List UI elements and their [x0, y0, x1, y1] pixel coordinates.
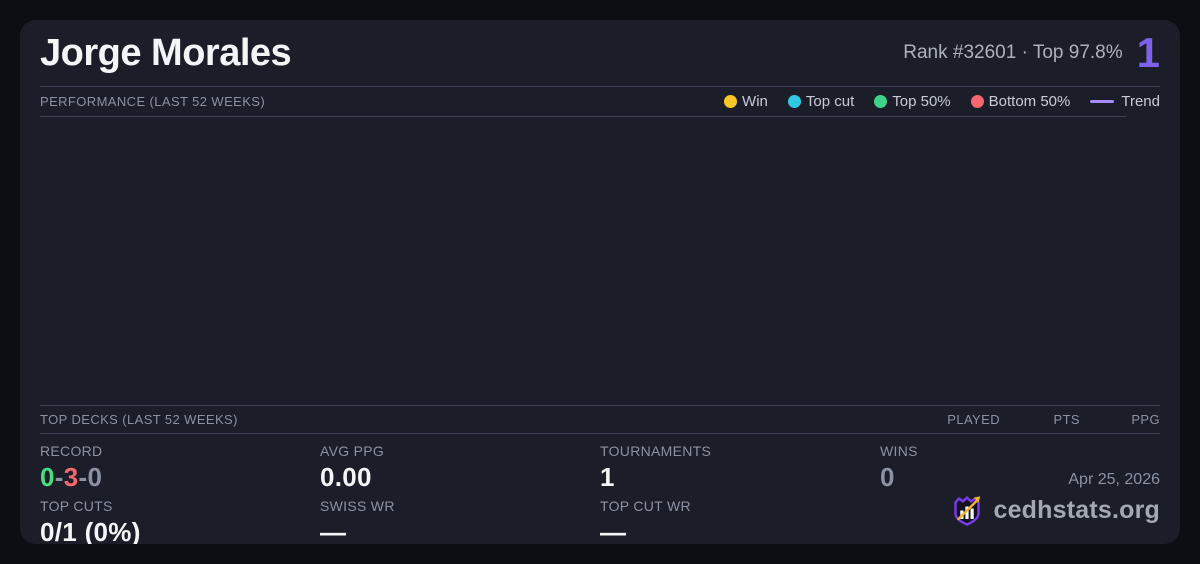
legend-item-top-cut: Top cut	[787, 93, 855, 110]
stat-label: TOURNAMENTS	[600, 443, 712, 459]
performance-section-header: PERFORMANCE (LAST 52 WEEKS) Win Top cut To…	[40, 87, 1160, 116]
stat-label: WINS	[880, 443, 918, 459]
legend-item-win: Win	[724, 93, 768, 110]
legend-label: Trend	[1121, 93, 1160, 110]
top-decks-section-header: TOP DECKS (LAST 52 WEEKS) PLAYED PTS PPG	[40, 406, 1160, 433]
stat-label: SWISS WR	[320, 498, 395, 515]
stat-top-cut-wr: TOP CUT WR —	[600, 498, 880, 544]
swiss-wr-value: —	[320, 517, 347, 544]
top-cut-wr-value: —	[600, 517, 627, 544]
record-wins: 0	[40, 462, 55, 492]
chart-legend: Win Top cut Top 50% Bottom 50% Trend	[724, 93, 1160, 110]
top-decks-section-title: TOP DECKS (LAST 52 WEEKS)	[40, 412, 238, 427]
column-header-ppg: PPG	[1131, 412, 1160, 427]
legend-label: Win	[742, 93, 768, 110]
entry-count-badge: 1	[1136, 29, 1160, 76]
date-text: Apr 25, 2026	[1068, 471, 1160, 488]
stat-avg-ppg: AVG PPG 0.00	[320, 443, 600, 491]
legend-dot-icon	[874, 95, 888, 108]
record-draws: 0	[87, 462, 103, 492]
legend-label: Top cut	[805, 93, 855, 110]
performance-section-title: PERFORMANCE (LAST 52 WEEKS)	[40, 94, 266, 109]
legend-item-trend: Trend	[1090, 93, 1160, 110]
stat-label: AVG PPG	[320, 443, 385, 459]
avg-ppg-value: 0.00	[320, 462, 372, 492]
stat-label: TOP CUTS	[40, 498, 113, 515]
rank-text: Rank #32601 · Top 97.8%	[903, 42, 1123, 63]
stat-swiss-wr: SWISS WR —	[320, 498, 600, 544]
record-value: 0-3-0	[40, 462, 320, 492]
record-separator: -	[54, 462, 64, 492]
column-header-pts: PTS	[1053, 412, 1080, 427]
branding-block: Apr 25, 2026 cedhstats.org	[949, 471, 1160, 528]
cedhstats-shield-logo-icon	[954, 496, 981, 526]
player-name: Jorge Morales	[40, 31, 292, 74]
column-header-played: PLAYED	[947, 412, 1000, 427]
stat-tournaments: TOURNAMENTS 1	[600, 443, 880, 491]
site-name: cedhstats.org	[993, 495, 1160, 524]
legend-dot-icon	[970, 95, 984, 108]
card-header: Jorge Morales Rank #32601 · Top 97.8% 1	[40, 20, 1160, 86]
top-cuts-value: 0/1 (0%)	[40, 517, 141, 544]
tournaments-value: 1	[600, 462, 615, 492]
record-losses: 3	[63, 462, 79, 492]
stat-top-cuts: TOP CUTS 0/1 (0%)	[40, 498, 320, 544]
trend-line-swatch-icon	[1090, 100, 1115, 103]
performance-chart-area	[40, 116, 1126, 405]
legend-item-bottom-50-: Bottom 50%	[970, 93, 1071, 110]
brand-row: cedhstats.org	[949, 492, 1160, 528]
legend-dot-icon	[787, 95, 801, 108]
stat-label: TOP CUT WR	[600, 498, 691, 515]
legend-label: Bottom 50%	[988, 93, 1071, 110]
legend-dot-icon	[724, 95, 738, 108]
stat-label: RECORD	[40, 443, 103, 459]
legend-label: Top 50%	[892, 93, 951, 110]
rank-summary: Rank #32601 · Top 97.8% 1	[903, 32, 1160, 74]
player-stats-card: Jorge Morales Rank #32601 · Top 97.8% 1 …	[20, 20, 1180, 544]
legend-item-top-50-: Top 50%	[874, 93, 951, 110]
top-decks-column-headers: PLAYED PTS PPG	[920, 412, 1160, 427]
stat-record: RECORD 0-3-0	[40, 443, 320, 491]
